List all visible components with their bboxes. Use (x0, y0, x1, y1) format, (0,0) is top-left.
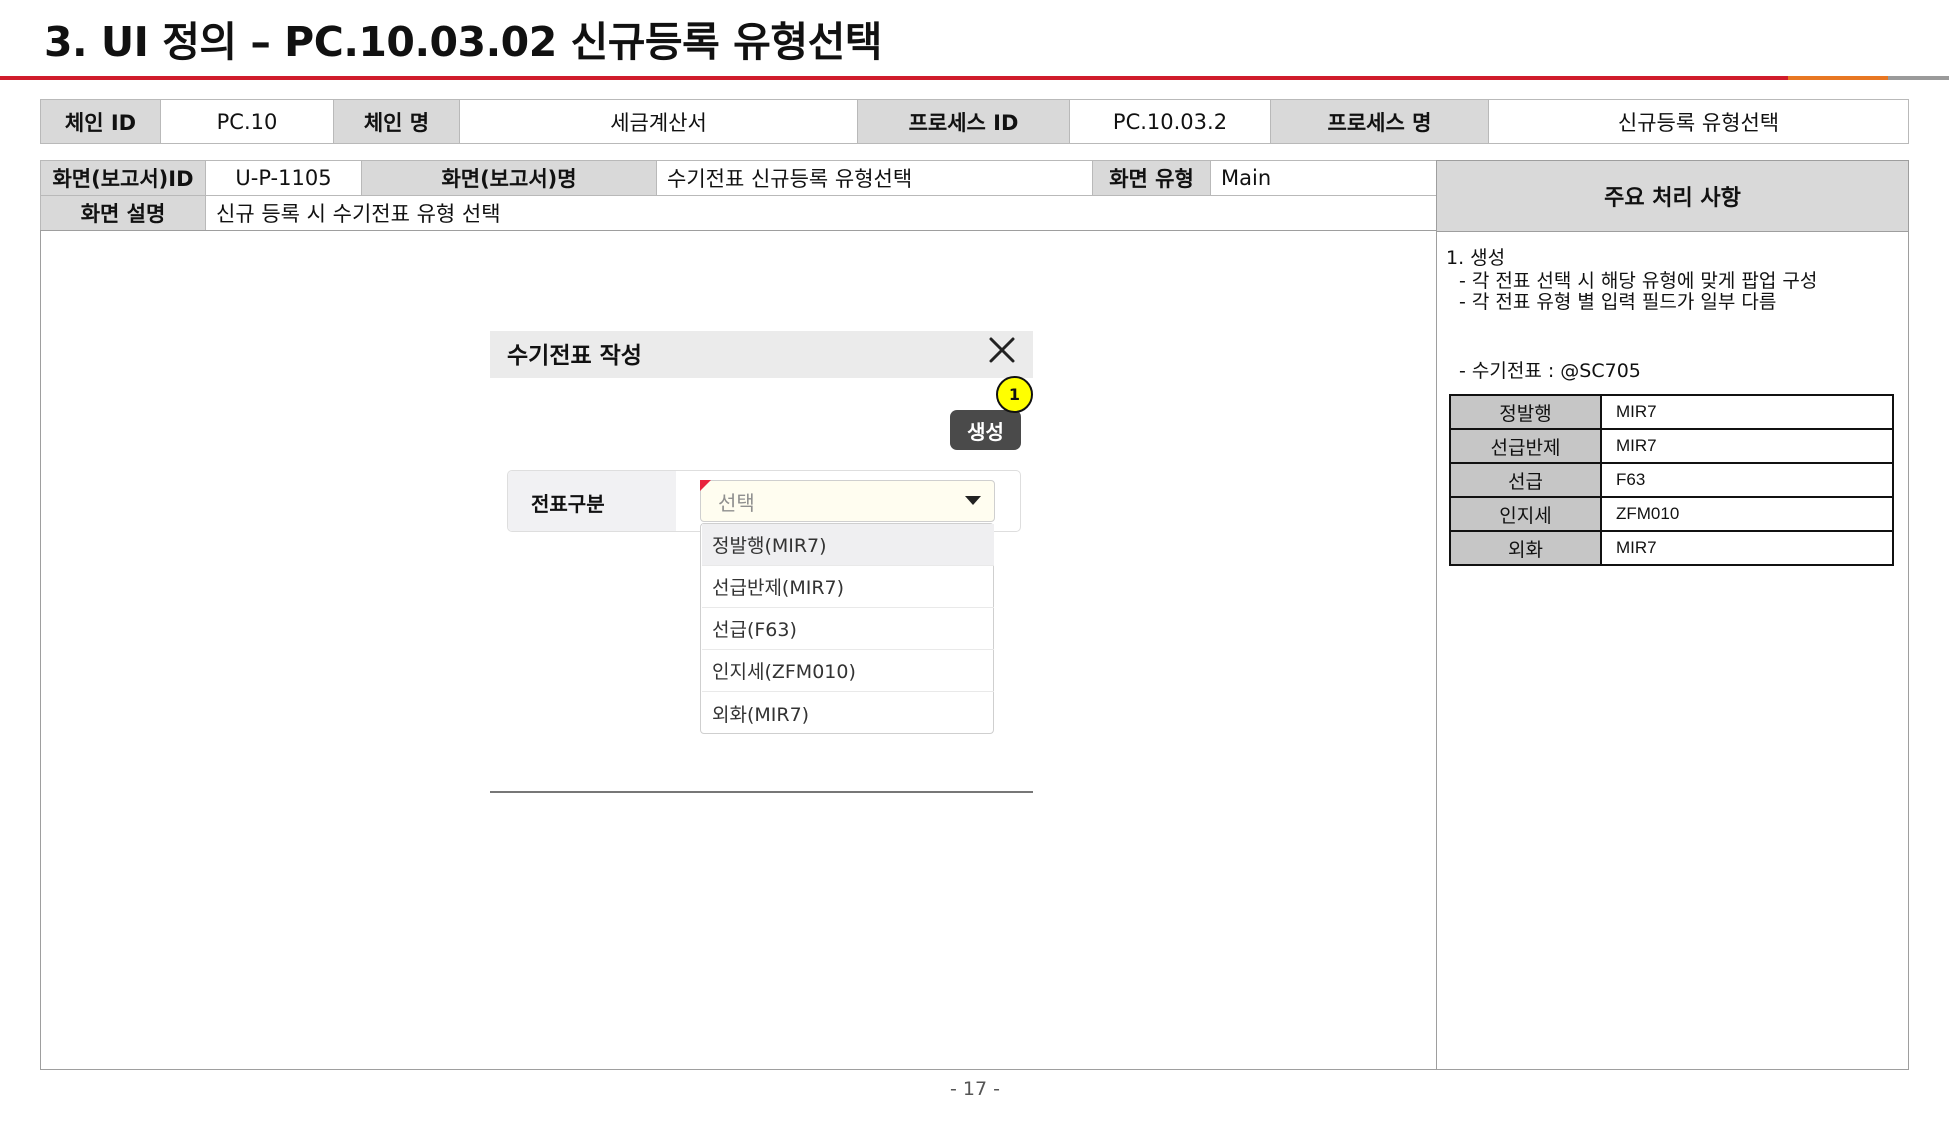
screen-type-value: Main (1210, 160, 1437, 196)
chain-id-value: PC.10 (160, 99, 334, 144)
side-panel-title: 주요 처리 사항 (1436, 160, 1909, 232)
chevron-down-icon[interactable] (965, 496, 981, 505)
page-number: - 17 - (950, 1078, 1000, 1100)
chain-id-label: 체인 ID (40, 99, 161, 144)
mapping-code: ZFM010 (1600, 496, 1894, 532)
page-title: 3. UI 정의 – PC.10.03.02 신규등록 유형선택 (44, 18, 883, 66)
mapping-code: F63 (1600, 462, 1894, 498)
dropdown-option[interactable]: 선급반제(MIR7) (702, 566, 994, 608)
select-placeholder: 선택 (718, 491, 755, 515)
popup-bottom-border (490, 791, 1033, 793)
process-id-value: PC.10.03.2 (1069, 99, 1271, 144)
screen-desc-label: 화면 설명 (40, 195, 206, 231)
mapping-type: 선급 (1449, 462, 1602, 498)
process-id-label: 프로세스 ID (857, 99, 1070, 144)
title-rule-accent-gray (1888, 76, 1949, 80)
chain-name-value: 세금계산서 (459, 99, 858, 144)
screen-desc-value: 신규 등록 시 수기전표 유형 선택 (205, 195, 1437, 231)
callout-badge: 1 (996, 376, 1033, 413)
mapping-type: 외화 (1449, 530, 1602, 566)
dropdown-list: 정발행(MIR7) 선급반제(MIR7) 선급(F63) 인지세(ZFM010)… (700, 523, 994, 734)
mapping-code: MIR7 (1600, 530, 1894, 566)
dropdown-option[interactable]: 외화(MIR7) (702, 692, 994, 734)
create-button[interactable]: 생성 (950, 410, 1021, 450)
title-rule-accent-orange (1788, 76, 1888, 80)
note-line: - 수기전표 : @SC705 (1459, 360, 1641, 382)
chain-name-label: 체인 명 (333, 99, 460, 144)
screen-id-value: U-P-1105 (205, 160, 362, 196)
voucher-type-label: 전표구분 (531, 492, 605, 516)
mapping-code: MIR7 (1600, 428, 1894, 464)
mapping-type: 인지세 (1449, 496, 1602, 532)
dropdown-option[interactable]: 인지세(ZFM010) (702, 650, 994, 692)
required-marker (700, 480, 711, 491)
mapping-type: 정발행 (1449, 394, 1602, 430)
screen-name-value: 수기전표 신규등록 유형선택 (656, 160, 1093, 196)
close-icon[interactable] (985, 333, 1019, 367)
title-rule (0, 76, 1788, 80)
mapping-type: 선급반제 (1449, 428, 1602, 464)
process-name-value: 신규등록 유형선택 (1488, 99, 1909, 144)
process-name-label: 프로세스 명 (1270, 99, 1489, 144)
screen-id-label: 화면(보고서)ID (40, 160, 206, 196)
screen-name-label: 화면(보고서)명 (361, 160, 657, 196)
popup-title: 수기전표 작성 (507, 343, 642, 369)
dropdown-option[interactable]: 선급(F63) (702, 608, 994, 650)
screen-type-label: 화면 유형 (1092, 160, 1211, 196)
mapping-code: MIR7 (1600, 394, 1894, 430)
note-line: - 각 전표 유형 별 입력 필드가 일부 다름 (1459, 291, 1777, 313)
dropdown-option[interactable]: 정발행(MIR7) (702, 524, 994, 566)
